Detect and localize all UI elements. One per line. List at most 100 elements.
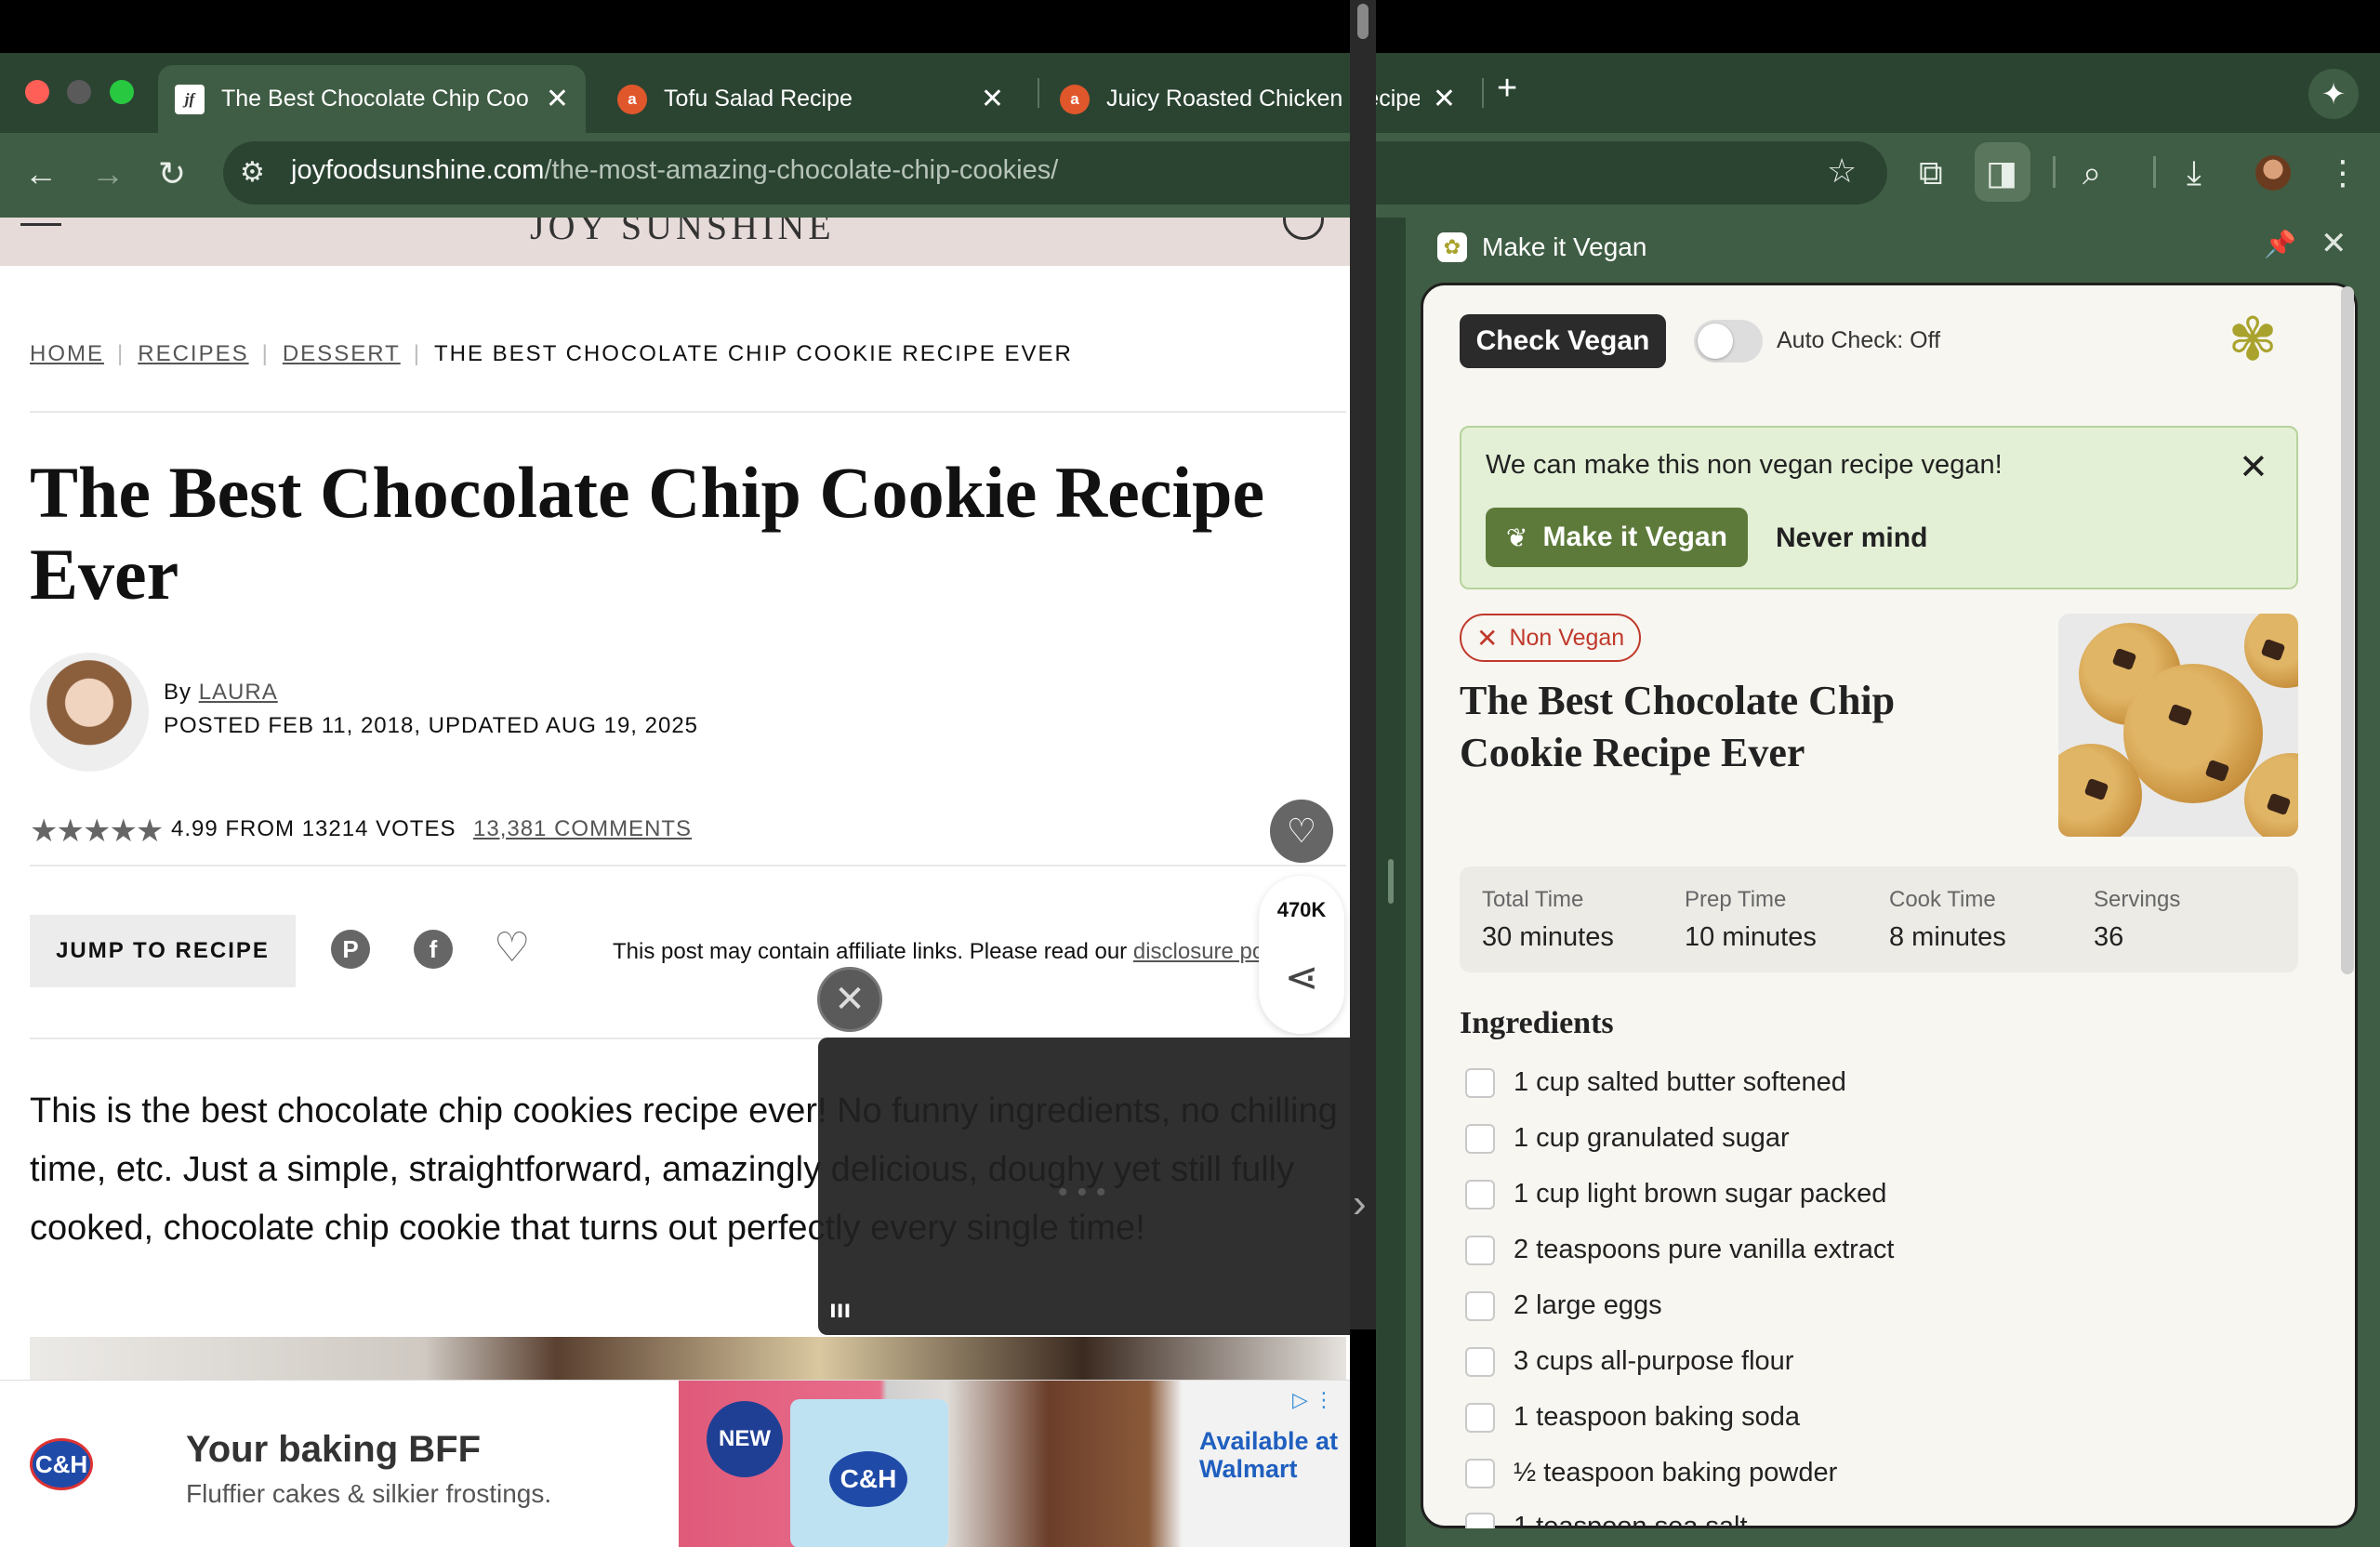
ingredient-item[interactable]: 1 cup salted butter softened xyxy=(1465,1067,1846,1098)
allrecipes-favicon-icon: a xyxy=(1060,84,1090,114)
pinterest-icon[interactable]: P xyxy=(331,930,370,969)
tab-roasted-chicken[interactable]: a Juicy Roasted Chicken Recipe ✕ xyxy=(1045,65,1473,133)
tab-title: The Best Chocolate Chip Coo xyxy=(221,86,529,112)
breadcrumb-recipes[interactable]: RECIPES xyxy=(138,341,248,366)
url-domain: joyfoodsunshine.com xyxy=(291,155,545,185)
extensions-puzzle-icon[interactable]: ⧉ xyxy=(1919,149,1943,197)
ingredient-item[interactable]: 3 cups all-purpose flour xyxy=(1465,1346,1793,1377)
ad-product-tub: C&H xyxy=(790,1399,948,1547)
web-page: JOY SUNSHINE HOME | RECIPES | DESSERT | THE BE… xyxy=(0,218,1350,1547)
tab-close-icon[interactable]: ✕ xyxy=(546,83,569,115)
ingredient-text: ½ teaspoon baking powder xyxy=(1514,1458,1838,1488)
stat-label: Servings xyxy=(2094,887,2181,912)
ingredient-checkbox[interactable] xyxy=(1465,1179,1495,1210)
breadcrumb-dessert[interactable]: DESSERT xyxy=(283,341,401,366)
ingredient-item[interactable]: 2 large eggs xyxy=(1465,1290,1662,1321)
ingredient-item[interactable]: 2 teaspoons pure vanilla extract xyxy=(1465,1235,1894,1265)
profile-avatar[interactable] xyxy=(2255,155,2291,191)
comments-link[interactable]: 13,381 COMMENTS xyxy=(473,816,692,842)
side-panel-title: Make it Vegan xyxy=(1482,232,1647,261)
share-widget[interactable]: 470K ⋖ xyxy=(1259,876,1344,1034)
ingredient-checkbox[interactable] xyxy=(1465,1402,1495,1433)
affiliate-notice: This post may contain affiliate links. P… xyxy=(613,939,1263,965)
pin-icon[interactable]: 📌 xyxy=(2264,229,2296,259)
tab-close-icon[interactable]: ✕ xyxy=(1433,83,1456,115)
adchoices-icon[interactable]: ▷ ⋮ xyxy=(1292,1388,1334,1412)
more-menu-icon[interactable]: ⋮ xyxy=(2326,149,2360,197)
site-info-icon[interactable]: ⚙ xyxy=(240,156,265,189)
banner-ad[interactable]: C&H Your baking BFF Fluffier cakes & sil… xyxy=(0,1380,1350,1547)
new-tab-button[interactable]: + xyxy=(1497,69,1517,109)
disclosure-link[interactable]: disclosure policy. xyxy=(1133,939,1263,964)
jump-to-recipe-button[interactable]: JUMP TO RECIPE xyxy=(30,915,296,987)
loading-dots-icon: ••• xyxy=(1058,1177,1116,1208)
gemini-sparkle-icon[interactable]: ✦ xyxy=(2308,69,2359,119)
non-vegan-badge: ✕ Non Vegan xyxy=(1460,614,1642,662)
ingredient-checkbox[interactable] xyxy=(1465,1458,1495,1488)
tab-separator xyxy=(1482,78,1484,108)
share-icon[interactable]: ⋖ xyxy=(1259,954,1344,1001)
ingredient-checkbox[interactable] xyxy=(1465,1235,1495,1265)
window-minimize-button[interactable] xyxy=(67,80,91,104)
author-link[interactable]: LAURA xyxy=(199,680,278,705)
save-heart-icon[interactable]: ♡ xyxy=(494,924,530,972)
check-vegan-button[interactable]: Check Vegan xyxy=(1460,314,1666,368)
ingredient-item[interactable]: 1 cup light brown sugar packed xyxy=(1465,1179,1886,1210)
page-scrollbar[interactable]: › xyxy=(1350,0,1376,1329)
tab-close-icon[interactable]: ✕ xyxy=(981,83,1004,115)
forward-arrow-icon[interactable]: → xyxy=(91,151,125,197)
video-close-icon[interactable]: ✕ xyxy=(817,967,882,1032)
rating-stars-icon[interactable]: ★★★★★ xyxy=(30,813,164,850)
ingredient-checkbox[interactable] xyxy=(1465,1346,1495,1377)
divider xyxy=(30,411,1346,413)
back-arrow-icon[interactable]: ← xyxy=(24,151,58,197)
ingredient-checkbox[interactable] xyxy=(1465,1290,1495,1321)
side-panel-close-icon[interactable]: ✕ xyxy=(2320,225,2347,262)
video-player[interactable]: ••• ııı xyxy=(818,1038,1350,1335)
site-search-icon[interactable] xyxy=(1283,218,1324,240)
bookmark-star-icon[interactable]: ☆ xyxy=(1827,152,1857,191)
stat-label: Total Time xyxy=(1482,887,1584,912)
scrollbar-thumb[interactable] xyxy=(1357,4,1368,39)
ingredient-text: 1 teaspoon sea salt xyxy=(1514,1512,1748,1528)
posted-date: POSTED FEB 11, 2018, UPDATED AUG 19, 202… xyxy=(164,713,699,738)
chevron-right-icon: › xyxy=(1353,1181,1367,1226)
download-icon[interactable]: ⤓ xyxy=(2187,149,2202,197)
window-zoom-button[interactable] xyxy=(110,80,134,104)
alert-close-icon[interactable]: ✕ xyxy=(2239,446,2268,488)
tab-chocolate-chip[interactable]: jf The Best Chocolate Chip Coo ✕ xyxy=(158,65,586,133)
page-title: The Best Chocolate Chip Cookie Recipe Ev… xyxy=(30,452,1265,615)
resize-grip[interactable] xyxy=(1388,859,1394,904)
ingredient-checkbox[interactable] xyxy=(1465,1123,1495,1154)
ingredient-item[interactable]: 1 teaspoon sea salt xyxy=(1465,1512,1748,1528)
favorite-heart-icon[interactable]: ♡ xyxy=(1270,800,1333,863)
panel-resize-handle[interactable] xyxy=(1376,218,1406,1547)
ingredient-checkbox[interactable] xyxy=(1465,1067,1495,1098)
hamburger-menu-icon[interactable] xyxy=(20,223,61,226)
tab-tofu-salad[interactable]: a Tofu Salad Recipe ✕ xyxy=(602,65,1021,133)
vegan-alert: We can make this non vegan recipe vegan!… xyxy=(1460,426,2298,589)
recipe-thumbnail xyxy=(2058,614,2298,837)
never-mind-button[interactable]: Never mind xyxy=(1776,522,1927,554)
ad-tub-logo: C&H xyxy=(829,1451,907,1507)
flower-logo-icon: ✾ xyxy=(2228,306,2278,373)
breadcrumb-home[interactable]: HOME xyxy=(30,341,104,366)
lens-search-icon[interactable]: ⌕ xyxy=(2082,149,2101,197)
ingredient-item[interactable]: 1 teaspoon baking soda xyxy=(1465,1402,1800,1433)
side-panel-icon: ◨ xyxy=(1986,153,2018,192)
url-text[interactable]: joyfoodsunshine.com/the-most-amazing-cho… xyxy=(291,155,1058,186)
ingredient-item[interactable]: ½ teaspoon baking powder xyxy=(1465,1458,1837,1488)
ingredient-checkbox[interactable] xyxy=(1465,1512,1495,1528)
facebook-icon[interactable]: f xyxy=(414,930,453,969)
stat-label: Cook Time xyxy=(1889,887,1996,912)
side-panel-scrollbar[interactable] xyxy=(2341,286,2354,974)
ingredient-item[interactable]: 1 cup granulated sugar xyxy=(1465,1123,1790,1154)
make-it-vegan-button[interactable]: ❦ Make it Vegan xyxy=(1486,508,1748,567)
auto-check-toggle[interactable] xyxy=(1694,320,1763,363)
ad-brand-logo: C&H xyxy=(30,1438,93,1490)
site-logo[interactable]: JOY SUNSHINE xyxy=(530,218,835,248)
site-header: JOY SUNSHINE xyxy=(0,218,1350,266)
window-close-button[interactable] xyxy=(25,80,49,104)
ingredient-text: 1 cup light brown sugar packed xyxy=(1514,1179,1887,1209)
reload-icon[interactable]: ↻ xyxy=(158,151,186,197)
